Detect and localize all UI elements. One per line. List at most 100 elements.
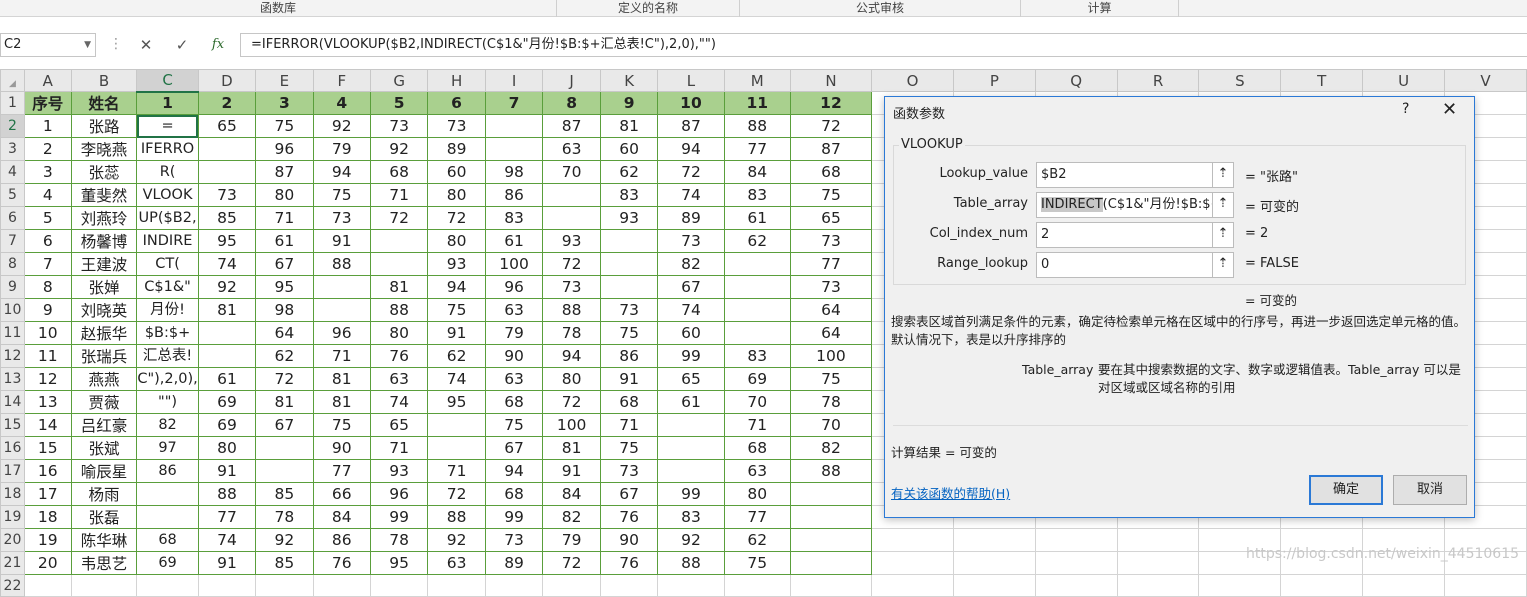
data-cell[interactable]: 张婵 [70,275,138,299]
data-cell[interactable]: 78 [789,390,873,414]
row-header[interactable]: 14 [0,390,25,414]
data-cell[interactable]: 91 [197,551,257,575]
select-all-corner[interactable]: ◢ [0,69,25,92]
row-header[interactable]: 20 [0,528,25,552]
ribbon-group-calculation[interactable]: 计算 [1021,0,1179,17]
formula-cell[interactable]: = [136,114,199,138]
data-cell[interactable]: 92 [255,528,314,552]
empty-cell[interactable] [952,574,1036,597]
data-cell[interactable]: 李晓燕 [70,137,138,161]
data-cell[interactable]: 83 [723,183,791,207]
cancel-button[interactable]: 取消 [1393,475,1467,505]
formula-cell[interactable]: "") [136,390,199,414]
data-cell[interactable]: 80 [197,436,257,460]
formula-cell[interactable]: $B:$+ [136,321,199,345]
formula-cell[interactable]: 97 [136,436,199,460]
arg-input-lookup-value[interactable]: $B2 [1036,162,1214,188]
data-cell[interactable]: 63 [484,298,544,322]
data-cell[interactable]: 84 [312,505,371,529]
data-cell[interactable]: 90 [599,528,659,552]
data-cell[interactable]: 86 [599,344,659,368]
column-header-b[interactable]: B [70,69,138,92]
data-cell[interactable]: 15 [23,436,72,460]
empty-cell[interactable] [369,574,429,597]
data-cell[interactable]: 98 [255,298,314,322]
data-cell[interactable]: 73 [484,528,544,552]
empty-cell[interactable] [136,574,199,597]
column-header-u[interactable]: U [1362,69,1446,92]
data-cell[interactable] [789,528,873,552]
data-cell[interactable] [542,206,601,230]
empty-cell[interactable] [1034,574,1118,597]
data-cell[interactable]: 94 [312,160,371,184]
help-link[interactable]: 有关该函数的帮助(H) [891,483,1010,502]
data-cell[interactable]: 1 [23,114,72,138]
header-cell[interactable]: 2 [197,91,257,115]
column-header-q[interactable]: Q [1034,69,1118,92]
empty-cell[interactable] [1280,574,1364,597]
data-cell[interactable]: 76 [369,344,429,368]
column-header-k[interactable]: K [599,69,659,92]
header-cell[interactable]: 6 [427,91,486,115]
data-cell[interactable]: 喻辰星 [70,459,138,483]
data-cell[interactable] [484,114,544,138]
data-cell[interactable]: 65 [657,367,725,391]
data-cell[interactable]: 68 [484,390,544,414]
data-cell[interactable]: 81 [197,298,257,322]
data-cell[interactable]: 91 [197,459,257,483]
data-cell[interactable]: 73 [789,229,873,253]
data-cell[interactable]: 63 [723,459,791,483]
data-cell[interactable]: 80 [255,183,314,207]
close-icon[interactable]: ✕ [1442,99,1457,120]
data-cell[interactable] [723,252,791,276]
data-cell[interactable]: 94 [484,459,544,483]
data-cell[interactable]: 67 [255,252,314,276]
row-header[interactable]: 4 [0,160,25,184]
data-cell[interactable]: 99 [484,505,544,529]
data-cell[interactable]: 王建波 [70,252,138,276]
row-header[interactable]: 9 [0,275,25,299]
data-cell[interactable]: 92 [657,528,725,552]
data-cell[interactable]: 75 [789,183,873,207]
header-cell[interactable]: 11 [723,91,791,115]
data-cell[interactable]: 17 [23,482,72,506]
data-cell[interactable]: 75 [312,183,371,207]
data-cell[interactable]: 83 [723,344,791,368]
header-cell[interactable]: 姓名 [70,91,138,115]
header-cell[interactable]: 9 [599,91,659,115]
data-cell[interactable]: 60 [657,321,725,345]
data-cell[interactable]: 14 [23,413,72,437]
data-cell[interactable]: 62 [427,344,486,368]
ribbon-group-defined-names[interactable]: 定义的名称 [557,0,740,17]
empty-cell[interactable] [871,574,954,597]
data-cell[interactable] [197,160,257,184]
empty-cell[interactable] [871,528,954,552]
formula-cell[interactable]: CT( [136,252,199,276]
data-cell[interactable]: 71 [255,206,314,230]
data-cell[interactable]: 82 [657,252,725,276]
data-cell[interactable]: 72 [427,482,486,506]
data-cell[interactable]: 6 [23,229,72,253]
data-cell[interactable]: 95 [255,275,314,299]
data-cell[interactable]: 61 [484,229,544,253]
data-cell[interactable]: 贾薇 [70,390,138,414]
data-cell[interactable] [599,229,659,253]
data-cell[interactable]: 74 [197,528,257,552]
data-cell[interactable]: 63 [369,367,429,391]
row-header[interactable]: 6 [0,206,25,230]
data-cell[interactable]: 67 [484,436,544,460]
data-cell[interactable]: 5 [23,206,72,230]
column-header-f[interactable]: F [312,69,371,92]
data-cell[interactable] [723,275,791,299]
header-cell[interactable]: 3 [255,91,314,115]
data-cell[interactable]: 86 [484,183,544,207]
data-cell[interactable]: 61 [657,390,725,414]
data-cell[interactable] [312,298,371,322]
data-cell[interactable]: 73 [599,459,659,483]
data-cell[interactable] [657,413,725,437]
data-cell[interactable]: 70 [723,390,791,414]
data-cell[interactable]: 74 [197,252,257,276]
data-cell[interactable]: 75 [599,321,659,345]
data-cell[interactable] [197,137,257,161]
data-cell[interactable]: 吕红豪 [70,413,138,437]
